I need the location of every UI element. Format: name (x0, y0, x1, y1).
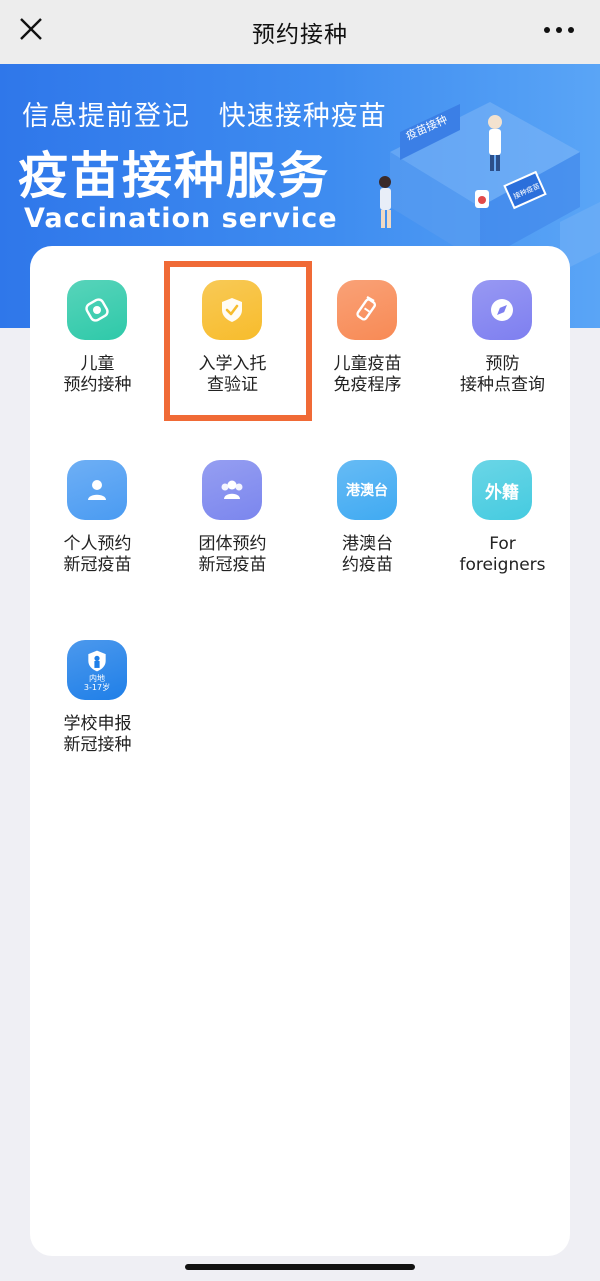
icon-text: 外籍 (485, 482, 519, 503)
foreigner-icon: 外籍 (472, 460, 532, 520)
menu-item-label: 港澳台 约疫苗 (300, 534, 435, 576)
label-line-2: 预约接种 (63, 375, 132, 395)
menu-item-foreigner[interactable]: 外籍 For foreigners (435, 426, 570, 576)
menu-item-child-vaccine[interactable]: 儿童 预约接种 (30, 246, 165, 396)
hk-macao-taiwan-icon: 港澳台 (337, 460, 397, 520)
label-line-1: 预防 (485, 354, 520, 374)
menu-item-syringe[interactable]: 儿童疫苗 免疫程序 (300, 246, 435, 396)
school-icon-text: 内地 (89, 674, 105, 683)
label-line-2: 免疫程序 (333, 375, 402, 395)
label-line-1: 个人预约 (63, 534, 132, 554)
menu-item-school-report[interactable]: 内地 3-17岁学校申报 新冠接种 (30, 606, 165, 756)
label-line-2: 新冠疫苗 (63, 555, 132, 575)
label-line-2: 接种点查询 (460, 375, 545, 395)
group-icon (202, 460, 262, 520)
close-icon[interactable] (18, 16, 44, 42)
school-icon-age: 3-17岁 (83, 683, 111, 692)
person-icon (67, 460, 127, 520)
label-line-1: 学校申报 (63, 714, 132, 734)
label-line-2: 新冠接种 (63, 735, 132, 755)
label-line-1: 儿童疫苗 (333, 354, 402, 374)
top-bar: 预约接种 (0, 0, 600, 64)
label-line-2: 约疫苗 (342, 555, 393, 575)
more-dots-icon[interactable] (544, 27, 574, 35)
label-line-2: 新冠疫苗 (198, 555, 267, 575)
icon-text: 港澳台 (346, 483, 388, 499)
page-title: 预约接种 (252, 22, 348, 48)
menu-item-person[interactable]: 个人预约 新冠疫苗 (30, 426, 165, 576)
child-vaccine-icon (67, 280, 127, 340)
menu-item-label: 个人预约 新冠疫苗 (30, 534, 165, 576)
label-line-1: 港澳台 (342, 534, 393, 554)
label-line-1: For (489, 534, 516, 554)
banner-headline: 疫苗接种服务 (18, 147, 330, 205)
menu-item-label: 儿童 预约接种 (30, 354, 165, 396)
syringe-icon (337, 280, 397, 340)
label-line-1: 团体预约 (198, 534, 267, 554)
menu-item-label: 团体预约 新冠疫苗 (165, 534, 300, 576)
menu-item-label: 儿童疫苗 免疫程序 (300, 354, 435, 396)
highlight-box (164, 261, 312, 421)
menu-item-group[interactable]: 团体预约 新冠疫苗 (165, 426, 300, 576)
banner-subline: Vaccination service (24, 203, 338, 234)
menu-item-label: 预防 接种点查询 (435, 354, 570, 396)
banner-tagline: 信息提前登记 快速接种疫苗 (22, 101, 387, 132)
label-line-1: 儿童 (80, 354, 115, 374)
menu-item-compass[interactable]: 预防 接种点查询 (435, 246, 570, 396)
label-line-2: foreigners (459, 555, 546, 575)
menu-item-label: 学校申报 新冠接种 (30, 714, 165, 756)
home-indicator (185, 1264, 415, 1270)
compass-icon (472, 280, 532, 340)
menu-item-hk-macao-taiwan[interactable]: 港澳台 港澳台 约疫苗 (300, 426, 435, 576)
school-report-icon: 内地 3-17岁 (67, 640, 127, 700)
menu-item-label: For foreigners (435, 534, 570, 576)
